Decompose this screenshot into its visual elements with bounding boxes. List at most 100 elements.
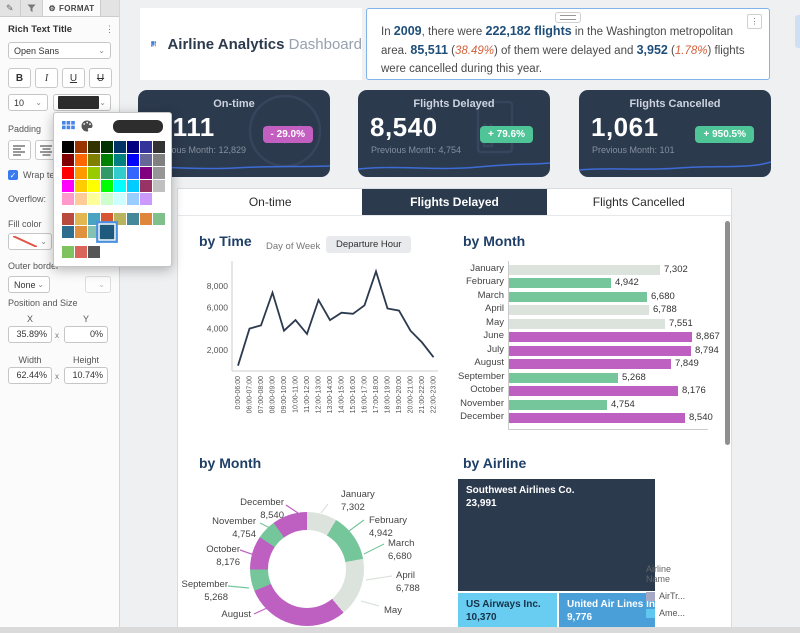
palette-swatch[interactable] bbox=[62, 154, 74, 166]
palette-swatch[interactable] bbox=[75, 226, 87, 238]
bar[interactable] bbox=[509, 400, 607, 410]
palette-swatch[interactable] bbox=[127, 213, 139, 225]
height-input[interactable]: 10.74% bbox=[64, 367, 108, 384]
palette-swatch[interactable] bbox=[140, 213, 152, 225]
tab-on-time[interactable]: On-time bbox=[178, 189, 362, 215]
palette-swatch[interactable] bbox=[140, 141, 152, 153]
bar[interactable] bbox=[509, 346, 691, 356]
palette-swatch[interactable] bbox=[88, 193, 100, 205]
palette-swatch[interactable] bbox=[88, 180, 100, 192]
fill-color-select[interactable]: ⌄ bbox=[8, 233, 52, 250]
palette-swatch[interactable] bbox=[153, 213, 165, 225]
font-color-select[interactable]: ⌄ bbox=[53, 94, 111, 111]
widget-menu-icon[interactable]: ⋮ bbox=[105, 24, 114, 35]
italic-button[interactable]: I bbox=[35, 68, 58, 88]
palette-swatch[interactable] bbox=[88, 167, 100, 179]
bar[interactable] bbox=[509, 413, 685, 423]
palette-swatch[interactable] bbox=[75, 213, 87, 225]
palette-swatch[interactable] bbox=[88, 246, 100, 258]
legend-item[interactable]: Ame... bbox=[646, 608, 685, 618]
palette-swatch[interactable] bbox=[75, 193, 87, 205]
underline-button[interactable]: U bbox=[62, 68, 85, 88]
palette-swatch[interactable] bbox=[114, 193, 126, 205]
palette-swatch[interactable] bbox=[62, 226, 74, 238]
by-airline-treemap[interactable]: Southwest Airlines Co. 23,991 US Airways… bbox=[458, 479, 655, 633]
palette-swatch[interactable] bbox=[88, 141, 100, 153]
palette-swatch[interactable] bbox=[101, 141, 113, 153]
current-color-button[interactable] bbox=[113, 120, 163, 133]
widget-menu-button[interactable]: ⋮ bbox=[747, 14, 762, 29]
palette-swatch[interactable] bbox=[98, 223, 115, 240]
tab-filter[interactable] bbox=[21, 0, 43, 16]
palette-swatch[interactable] bbox=[101, 167, 113, 179]
palette-swatch[interactable] bbox=[153, 167, 165, 179]
bar[interactable] bbox=[509, 305, 649, 315]
palette-swatch[interactable] bbox=[114, 154, 126, 166]
palette-grid-icon[interactable] bbox=[62, 121, 75, 131]
palette-swatch[interactable] bbox=[75, 141, 87, 153]
rich-text-widget[interactable]: ⋮ In 2009, there were 222,182 flights in… bbox=[366, 8, 770, 80]
palette-swatch[interactable] bbox=[62, 167, 74, 179]
palette-swatch[interactable] bbox=[153, 193, 165, 205]
bar[interactable] bbox=[509, 332, 692, 342]
bar[interactable] bbox=[509, 359, 671, 369]
palette-swatch[interactable] bbox=[140, 193, 152, 205]
scroll-indicator[interactable] bbox=[795, 15, 800, 48]
palette-swatch[interactable] bbox=[101, 193, 113, 205]
palette-swatch[interactable] bbox=[75, 154, 87, 166]
bar[interactable] bbox=[509, 319, 665, 329]
palette-swatch[interactable] bbox=[62, 180, 74, 192]
palette-swatch[interactable] bbox=[153, 180, 165, 192]
custom-color-palette-icon[interactable] bbox=[81, 120, 93, 132]
tab-edit[interactable]: ✎ bbox=[0, 0, 21, 16]
day-of-week-toggle[interactable]: Day of Week bbox=[266, 241, 320, 252]
palette-swatch[interactable] bbox=[140, 154, 152, 166]
palette-swatch[interactable] bbox=[101, 180, 113, 192]
tab-format[interactable]: ⚙ FORMAT bbox=[43, 0, 102, 16]
treemap-block-southwest[interactable]: Southwest Airlines Co. 23,991 bbox=[458, 479, 655, 591]
palette-swatch[interactable] bbox=[140, 167, 152, 179]
palette-swatch[interactable] bbox=[114, 180, 126, 192]
palette-swatch[interactable] bbox=[62, 213, 74, 225]
palette-swatch[interactable] bbox=[127, 154, 139, 166]
palette-swatch[interactable] bbox=[62, 246, 74, 258]
palette-swatch[interactable] bbox=[114, 213, 126, 225]
bold-button[interactable]: B bbox=[8, 68, 31, 88]
bar[interactable] bbox=[509, 292, 647, 302]
font-family-select[interactable]: Open Sans ⌄ bbox=[8, 42, 111, 59]
palette-swatch[interactable] bbox=[101, 154, 113, 166]
palette-swatch[interactable] bbox=[127, 167, 139, 179]
palette-swatch[interactable] bbox=[62, 193, 74, 205]
palette-swatch[interactable] bbox=[114, 141, 126, 153]
bar[interactable] bbox=[509, 278, 611, 288]
width-input[interactable]: 62.44% bbox=[8, 367, 52, 384]
palette-swatch[interactable] bbox=[127, 193, 139, 205]
legend-item[interactable]: AirTr... bbox=[646, 591, 685, 601]
palette-swatch[interactable] bbox=[127, 141, 139, 153]
palette-swatch[interactable] bbox=[140, 180, 152, 192]
x-input[interactable]: 35.89% bbox=[8, 326, 52, 343]
strikethrough-button[interactable]: U bbox=[89, 68, 112, 88]
align-left-button[interactable] bbox=[8, 140, 31, 160]
bar[interactable] bbox=[509, 386, 678, 396]
by-month-bar-chart[interactable]: January7,302February4,942March6,680April… bbox=[458, 253, 733, 437]
palette-swatch[interactable] bbox=[75, 180, 87, 192]
palette-swatch[interactable] bbox=[88, 154, 100, 166]
palette-swatch[interactable] bbox=[75, 246, 87, 258]
drag-handle[interactable] bbox=[555, 12, 581, 23]
outer-border-select[interactable]: None ⌄ bbox=[8, 276, 50, 293]
y-input[interactable]: 0% bbox=[64, 326, 108, 343]
bar[interactable] bbox=[509, 265, 660, 275]
tab-flights-cancelled[interactable]: Flights Cancelled bbox=[547, 189, 731, 215]
palette-swatch[interactable] bbox=[114, 167, 126, 179]
wrap-text-checkbox[interactable]: ✓ bbox=[8, 170, 18, 180]
departure-hour-toggle[interactable]: Departure Hour bbox=[326, 236, 411, 253]
palette-swatch[interactable] bbox=[153, 141, 165, 153]
palette-swatch[interactable] bbox=[153, 154, 165, 166]
font-size-select[interactable]: 10 ⌄ bbox=[8, 94, 48, 111]
border-color-select[interactable]: ⌄ bbox=[85, 276, 111, 293]
palette-swatch[interactable] bbox=[62, 141, 74, 153]
bar[interactable] bbox=[509, 373, 618, 383]
tab-flights-delayed[interactable]: Flights Delayed bbox=[362, 189, 546, 215]
by-time-line-chart[interactable]: 2,0004,0006,0008,0000:00-06:0006:00-07:0… bbox=[192, 253, 444, 441]
